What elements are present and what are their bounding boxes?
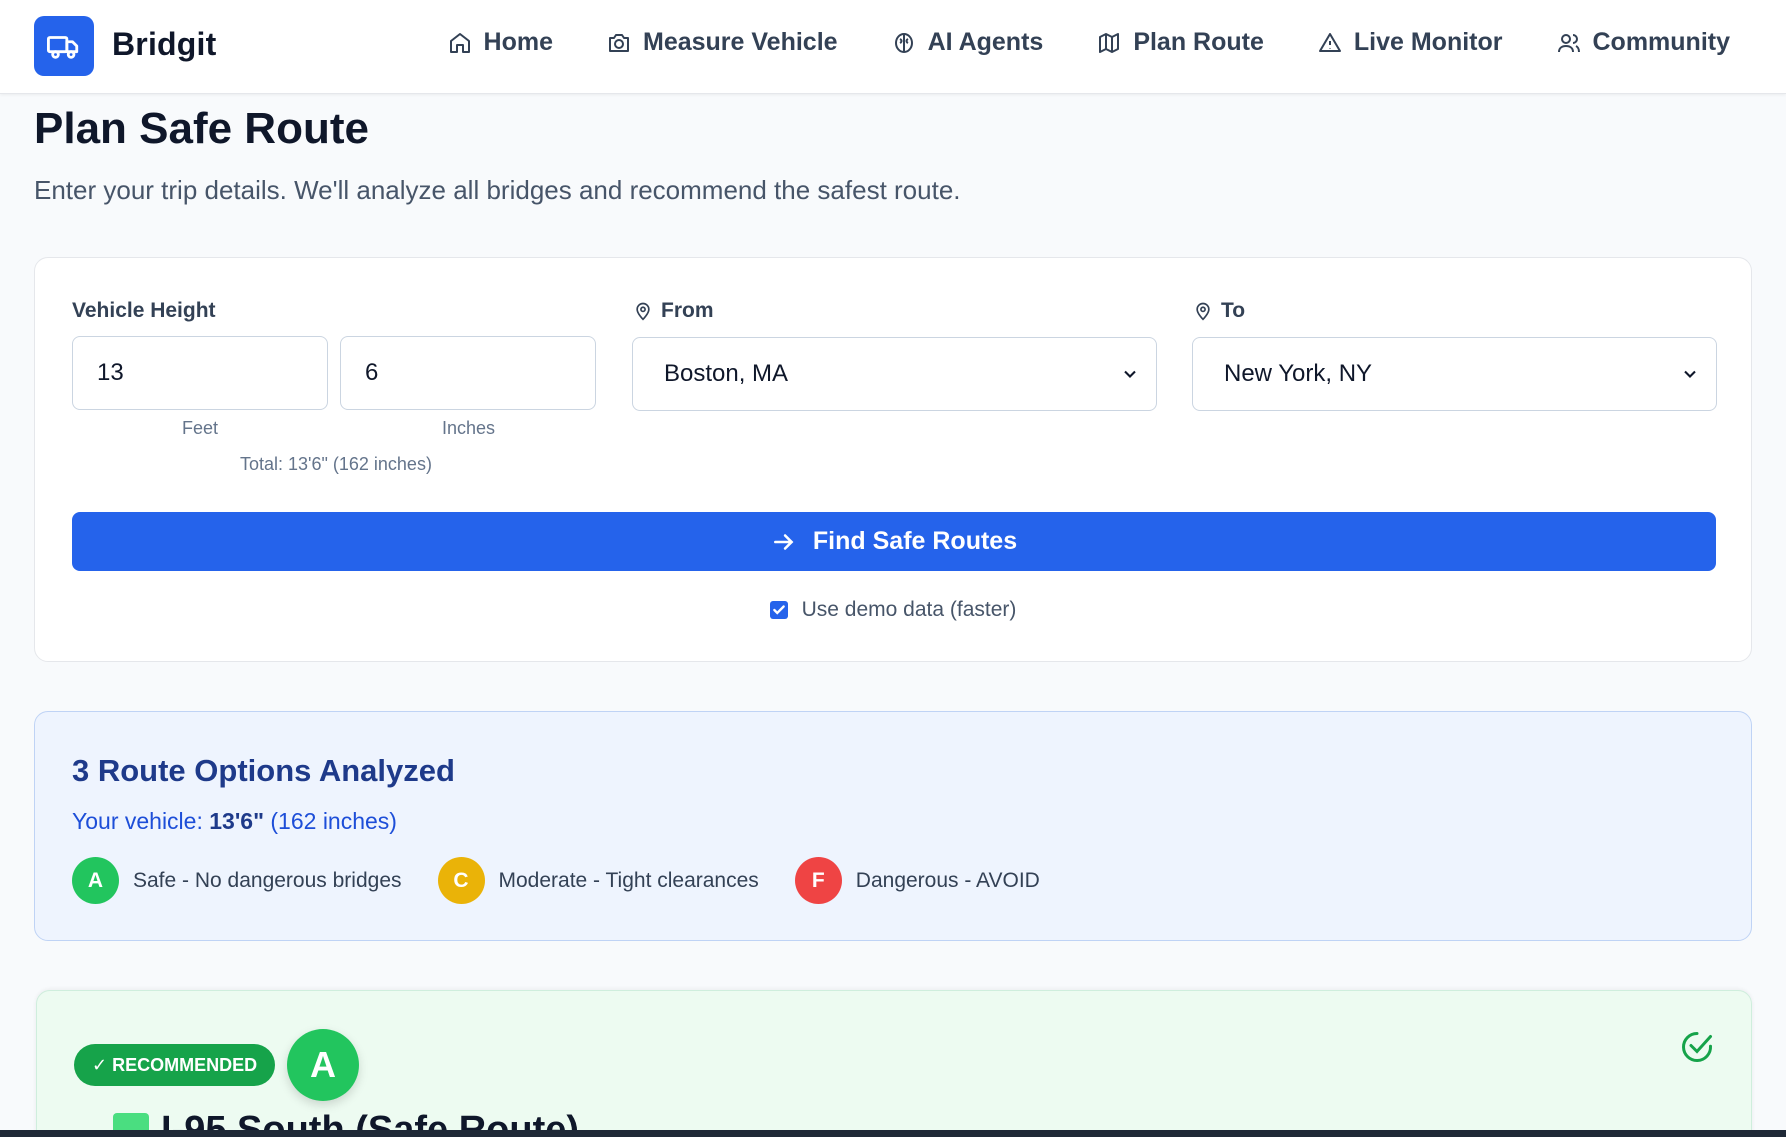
- legend-item-safe: A Safe - No dangerous bridges: [72, 857, 402, 904]
- trip-form-card: Vehicle Height 13 6 Feet Inches Total: 1…: [34, 257, 1752, 662]
- to-select-value: New York, NY: [1224, 360, 1373, 387]
- inches-caption: Inches: [442, 418, 496, 438]
- camera-icon: [609, 33, 629, 52]
- brand-name[interactable]: Bridgit: [112, 26, 217, 63]
- nav-measure-vehicle-label: Measure Vehicle: [643, 28, 838, 56]
- arrow-right-icon: [773, 533, 794, 550]
- chevron-down-icon: [1124, 370, 1136, 378]
- nav-community[interactable]: Community: [1557, 28, 1731, 57]
- vehicle-inches-value: (162 inches): [270, 808, 397, 834]
- from-select-value: Boston, MA: [664, 360, 789, 387]
- route-card-recommended[interactable]: ✓ RECOMMENDED A I-95 South (Safe Route): [36, 990, 1752, 1137]
- vehicle-prefix: Your vehicle:: [72, 808, 210, 834]
- feet-input[interactable]: 13: [72, 336, 328, 410]
- legend-text-moderate: Moderate - Tight clearances: [498, 868, 759, 892]
- demo-data-label[interactable]: Use demo data (faster): [802, 598, 1017, 622]
- nav-plan-route-label: Plan Route: [1133, 28, 1264, 56]
- nav-home[interactable]: Home: [448, 28, 553, 57]
- page-title: Plan Safe Route: [34, 104, 369, 153]
- from-label: From: [633, 299, 714, 323]
- feet-caption: Feet: [182, 418, 219, 438]
- route-summary-panel: 3 Route Options Analyzed Your vehicle: 1…: [34, 711, 1752, 941]
- brain-icon: [894, 32, 913, 53]
- summary-title: 3 Route Options Analyzed: [72, 753, 455, 788]
- main-nav: Home Measure Vehicle AI Agents Plan Rout…: [448, 28, 1730, 57]
- top-nav-bar: Bridgit Home Measure Vehicle AI Agents P…: [0, 0, 1786, 94]
- demo-data-checkbox[interactable]: [769, 601, 788, 619]
- to-label-text: To: [1221, 299, 1246, 322]
- find-safe-routes-button[interactable]: Find Safe Routes: [72, 512, 1716, 571]
- find-safe-routes-label: Find Safe Routes: [812, 527, 1018, 555]
- alert-triangle-icon: [1318, 32, 1341, 52]
- from-select[interactable]: Boston, MA: [632, 337, 1157, 411]
- chevron-down-icon: [1684, 370, 1696, 378]
- legend-item-moderate: C Moderate - Tight clearances: [437, 857, 759, 904]
- check-circle-icon: [1682, 1032, 1713, 1062]
- vehicle-height-label: Vehicle Height: [72, 299, 216, 322]
- summary-vehicle: Your vehicle: 13'6" (162 inches): [72, 808, 397, 835]
- nav-plan-route[interactable]: Plan Route: [1097, 28, 1264, 57]
- to-select[interactable]: New York, NY: [1192, 337, 1717, 411]
- legend-item-dangerous: F Dangerous - AVOID: [794, 857, 1040, 904]
- grade-badge-c: C: [437, 857, 485, 904]
- map-icon: [1099, 32, 1120, 53]
- users-icon: [1557, 33, 1580, 52]
- demo-data-toggle: Use demo data (faster): [35, 598, 1751, 622]
- page-subtitle: Enter your trip details. We'll analyze a…: [34, 175, 961, 205]
- from-label-text: From: [661, 299, 714, 322]
- vehicle-height-value: 13'6": [209, 808, 264, 834]
- home-icon: [449, 32, 470, 53]
- recommended-badge: ✓ RECOMMENDED: [74, 1044, 276, 1086]
- grade-badge-a: A: [72, 857, 119, 904]
- nav-ai-agents-label: AI Agents: [927, 28, 1044, 56]
- nav-community-label: Community: [1592, 28, 1731, 56]
- nav-home-label: Home: [483, 28, 553, 56]
- inches-input[interactable]: 6: [340, 336, 596, 410]
- nav-ai-agents[interactable]: AI Agents: [892, 28, 1044, 57]
- bottom-edge: [0, 1130, 1786, 1137]
- grade-badge-f: F: [794, 857, 842, 904]
- map-pin-icon: [636, 302, 650, 321]
- legend-text-dangerous: Dangerous - AVOID: [855, 868, 1040, 892]
- total-height-text: Total: 13'6" (162 inches): [240, 454, 432, 474]
- nav-live-monitor-label: Live Monitor: [1353, 28, 1503, 56]
- route-grade-badge: A: [287, 1029, 359, 1101]
- to-label: To: [1193, 299, 1245, 323]
- nav-measure-vehicle[interactable]: Measure Vehicle: [607, 28, 838, 57]
- grade-legend: A Safe - No dangerous bridges C Moderate…: [72, 857, 1040, 904]
- map-pin-icon: [1196, 302, 1210, 321]
- truck-logo-icon[interactable]: [34, 16, 94, 76]
- nav-live-monitor[interactable]: Live Monitor: [1318, 28, 1503, 57]
- legend-text-safe: Safe - No dangerous bridges: [133, 868, 402, 892]
